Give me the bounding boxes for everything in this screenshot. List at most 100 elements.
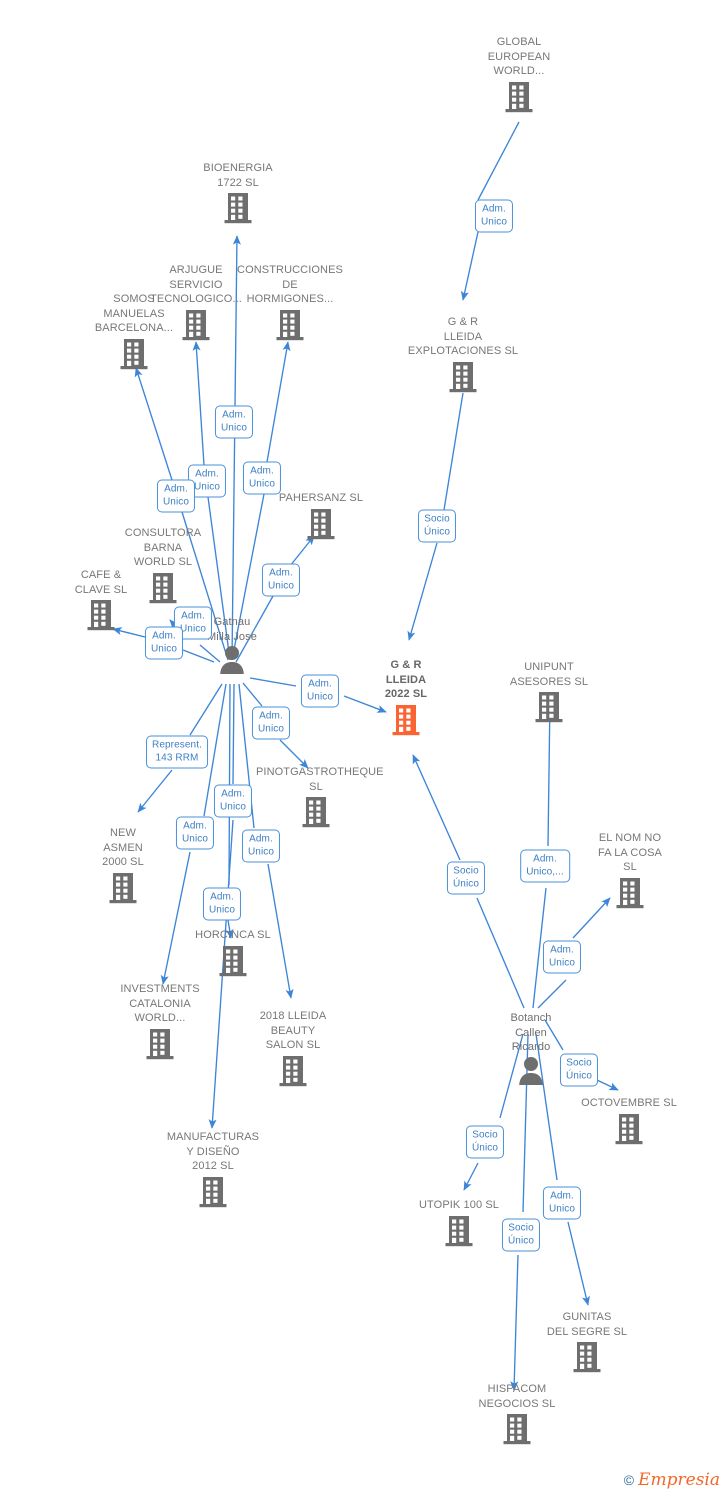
building-icon <box>573 1342 601 1373</box>
relation-badge[interactable]: Socio Único <box>446 861 486 895</box>
node-label: GUNITAS DEL SEGRE SL <box>546 1311 628 1338</box>
building-icon <box>569 1112 689 1146</box>
node-pinotgastrotheque[interactable]: PINOTGASTROTHEQUE SL <box>256 765 384 829</box>
edge-gatnau_milla-to-arjugue <box>192 341 205 466</box>
building-icon <box>153 1175 273 1209</box>
node-label: 2018 LLEIDA BEAUTY SALON SL <box>259 1010 327 1051</box>
edge-botanch_callen-to-hispacom <box>510 1254 519 1391</box>
building-icon <box>503 1414 531 1445</box>
node-label: G & R LLEIDA 2022 SL <box>384 659 428 700</box>
node-bioenergia[interactable]: BIOENERGIA 1722 SL <box>178 161 298 225</box>
person-icon <box>220 646 244 674</box>
relation-badge[interactable]: Adm. Unico <box>251 706 291 740</box>
building-icon <box>276 309 304 340</box>
building-icon <box>489 690 609 724</box>
building-icon <box>307 508 335 539</box>
node-gunitas_segre[interactable]: GUNITAS DEL SEGRE SL <box>527 1310 647 1374</box>
edge-gatnau_milla-to-somos_manuelas <box>134 367 173 481</box>
person-icon <box>172 645 292 675</box>
edge-gatnau_milla-to-manufacturas <box>232 683 235 785</box>
relation-badge[interactable]: Adm. Unico <box>241 829 281 863</box>
building-icon <box>346 703 466 737</box>
node-label: UTOPIK 100 SL <box>419 1199 499 1211</box>
node-manufacturas[interactable]: MANUFACTURAS Y DISEÑO 2012 SL <box>153 1130 273 1209</box>
edge-gatnau_milla-to-gr_lleida_2022 <box>249 677 297 687</box>
relation-badge[interactable]: Adm. Unico <box>214 405 254 439</box>
edge-gr_explotaciones-to-gr_lleida_2022 <box>443 392 464 511</box>
relation-badge[interactable]: Socio Único <box>465 1125 505 1159</box>
building-icon <box>392 704 420 735</box>
node-label: SOMOS MANUELAS BARCELONA... <box>94 293 174 334</box>
node-pahersanz[interactable]: PAHERSANZ SL <box>261 491 381 541</box>
relation-badge[interactable]: Socio Único <box>559 1053 599 1087</box>
node-cafe_clave[interactable]: CAFE & CLAVE SL <box>41 568 161 632</box>
node-label: CONSULTORA BARNA WORLD SL <box>124 527 202 568</box>
node-octovembre[interactable]: OCTOVEMBRE SL <box>569 1096 689 1146</box>
edge-botanch_callen-to-gr_lleida_2022 <box>476 897 525 1009</box>
copyright-symbol: © <box>623 1472 635 1488</box>
node-somos_manuelas[interactable]: SOMOS MANUELAS BARCELONA... <box>74 292 194 371</box>
node-label: UNIPUNT ASESORES SL <box>509 661 589 688</box>
node-label: HORCINCA SL <box>195 929 271 941</box>
building-icon <box>233 1054 353 1088</box>
node-gr_explotaciones[interactable]: G & R LLEIDA EXPLOTACIONES SL <box>403 315 523 394</box>
relation-badge[interactable]: Adm. Unico <box>542 1186 582 1220</box>
node-label: HISPACOM NEGOCIOS SL <box>478 1383 556 1410</box>
building-icon <box>459 80 579 114</box>
relation-badge[interactable]: Adm. Unico <box>156 479 196 513</box>
node-unipunt[interactable]: UNIPUNT ASESORES SL <box>489 660 609 724</box>
building-icon <box>224 193 252 224</box>
node-investments_catalonia[interactable]: INVESTMENTS CATALONIA WORLD... <box>100 982 220 1061</box>
building-icon <box>109 872 137 903</box>
building-icon <box>256 795 376 829</box>
relation-badge[interactable]: Adm. Unico <box>542 940 582 974</box>
node-global_european[interactable]: GLOBAL EUROPEAN WORLD... <box>459 35 579 114</box>
building-icon <box>261 507 381 541</box>
edge-gatnau_milla-to-new_asmen <box>189 683 223 736</box>
node-hispacom[interactable]: HISPACOM NEGOCIOS SL <box>457 1382 577 1446</box>
relation-badge[interactable]: Adm. Unico <box>300 674 340 708</box>
building-icon <box>449 361 477 392</box>
building-icon <box>199 1176 227 1207</box>
node-new_asmen[interactable]: NEW ASMEN 2000 SL <box>63 826 183 905</box>
node-label: BIOENERGIA 1722 SL <box>203 162 273 189</box>
edge-gatnau_milla-to-pinotgastrotheque <box>279 739 309 769</box>
edge-botanch_callen-to-gunitas_segre <box>567 1221 590 1306</box>
relation-badge[interactable]: Adm. Unico <box>261 563 301 597</box>
building-icon <box>302 797 330 828</box>
node-el_nom_no_fa[interactable]: EL NOM NO FA LA COSA SL <box>570 831 690 910</box>
building-icon <box>505 81 533 112</box>
building-icon <box>403 360 523 394</box>
building-icon <box>120 338 148 369</box>
relation-badge[interactable]: Socio Único <box>501 1218 541 1252</box>
node-beauty_salon_2018[interactable]: 2018 LLEIDA BEAUTY SALON SL <box>233 1009 353 1088</box>
building-icon <box>616 877 644 908</box>
node-label: OCTOVEMBRE SL <box>581 1097 677 1109</box>
relation-badge[interactable]: Represent. 143 RRM <box>146 735 208 769</box>
relation-badge[interactable]: Adm. Unico <box>474 199 514 233</box>
node-construcciones[interactable]: CONSTRUCCIONES DE HORMIGONES... <box>230 263 350 342</box>
node-horcinca[interactable]: HORCINCA SL <box>173 928 293 978</box>
edge-gatnau_milla-to-new_asmen <box>137 769 173 813</box>
node-label: PINOTGASTROTHEQUE SL <box>256 766 384 793</box>
edge-global_european-to-gr_explotaciones <box>477 121 520 201</box>
building-icon <box>173 944 293 978</box>
person-icon <box>519 1056 543 1085</box>
edge-gatnau_milla-to-pinotgastrotheque <box>242 682 263 707</box>
building-icon <box>146 1028 174 1059</box>
relation-badge[interactable]: Adm. Unico <box>242 461 282 495</box>
building-icon <box>219 945 247 976</box>
relation-badge[interactable]: Socio Único <box>417 509 457 543</box>
relation-badge[interactable]: Adm. Unico <box>202 887 242 921</box>
relation-badge[interactable]: Adm. Unico <box>213 784 253 818</box>
node-gr_lleida_2022[interactable]: G & R LLEIDA 2022 SL <box>346 658 466 737</box>
relation-badge[interactable]: Adm. Unico,... <box>520 849 570 883</box>
network-diagram-canvas: GLOBAL EUROPEAN WORLD... BIOENERGIA 1722 … <box>0 0 728 1500</box>
building-icon <box>230 308 350 342</box>
watermark: © Empresia <box>624 1470 720 1490</box>
node-label: MANUFACTURAS Y DISEÑO 2012 SL <box>166 1131 260 1172</box>
edge-gatnau_milla-to-construcciones <box>266 341 291 463</box>
node-label: G & R LLEIDA EXPLOTACIONES SL <box>407 316 519 357</box>
relation-badge[interactable]: Adm. Unico <box>175 816 215 850</box>
relation-badge[interactable]: Adm. Unico <box>144 626 184 660</box>
